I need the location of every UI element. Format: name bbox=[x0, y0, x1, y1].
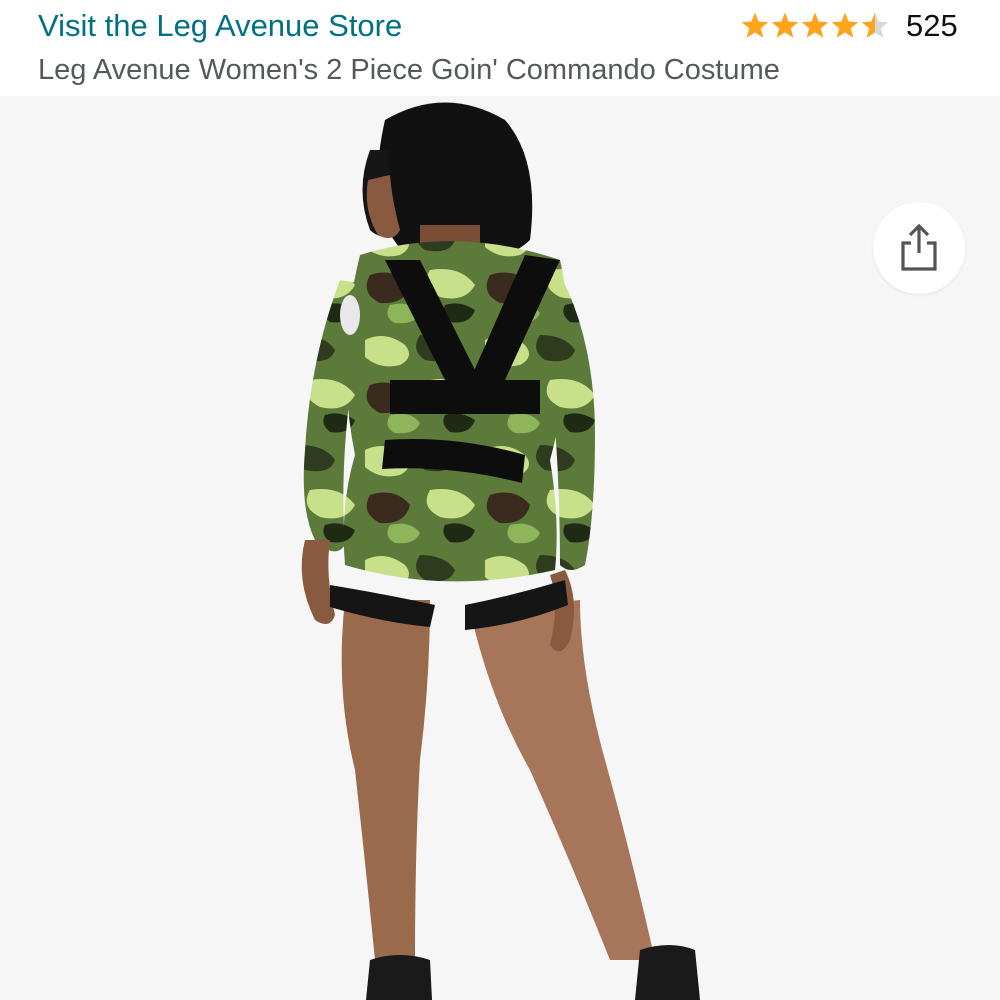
star-icon bbox=[800, 11, 830, 41]
share-icon bbox=[901, 223, 937, 271]
product-photo[interactable] bbox=[0, 96, 1000, 1000]
product-image-viewer[interactable] bbox=[0, 96, 1000, 1000]
star-icon bbox=[830, 11, 860, 41]
star-icon bbox=[770, 11, 800, 41]
rating-summary[interactable]: 525 bbox=[740, 8, 958, 44]
share-button[interactable] bbox=[873, 202, 965, 294]
store-link[interactable]: Visit the Leg Avenue Store bbox=[38, 8, 402, 44]
star-rating[interactable] bbox=[740, 11, 890, 41]
star-icon bbox=[740, 11, 770, 41]
product-title: Leg Avenue Women's 2 Piece Goin' Command… bbox=[38, 54, 780, 86]
product-header: Visit the Leg Avenue Store 525 Leg Avenu… bbox=[0, 0, 1000, 96]
star-icon bbox=[860, 11, 890, 41]
rating-count[interactable]: 525 bbox=[906, 8, 958, 44]
